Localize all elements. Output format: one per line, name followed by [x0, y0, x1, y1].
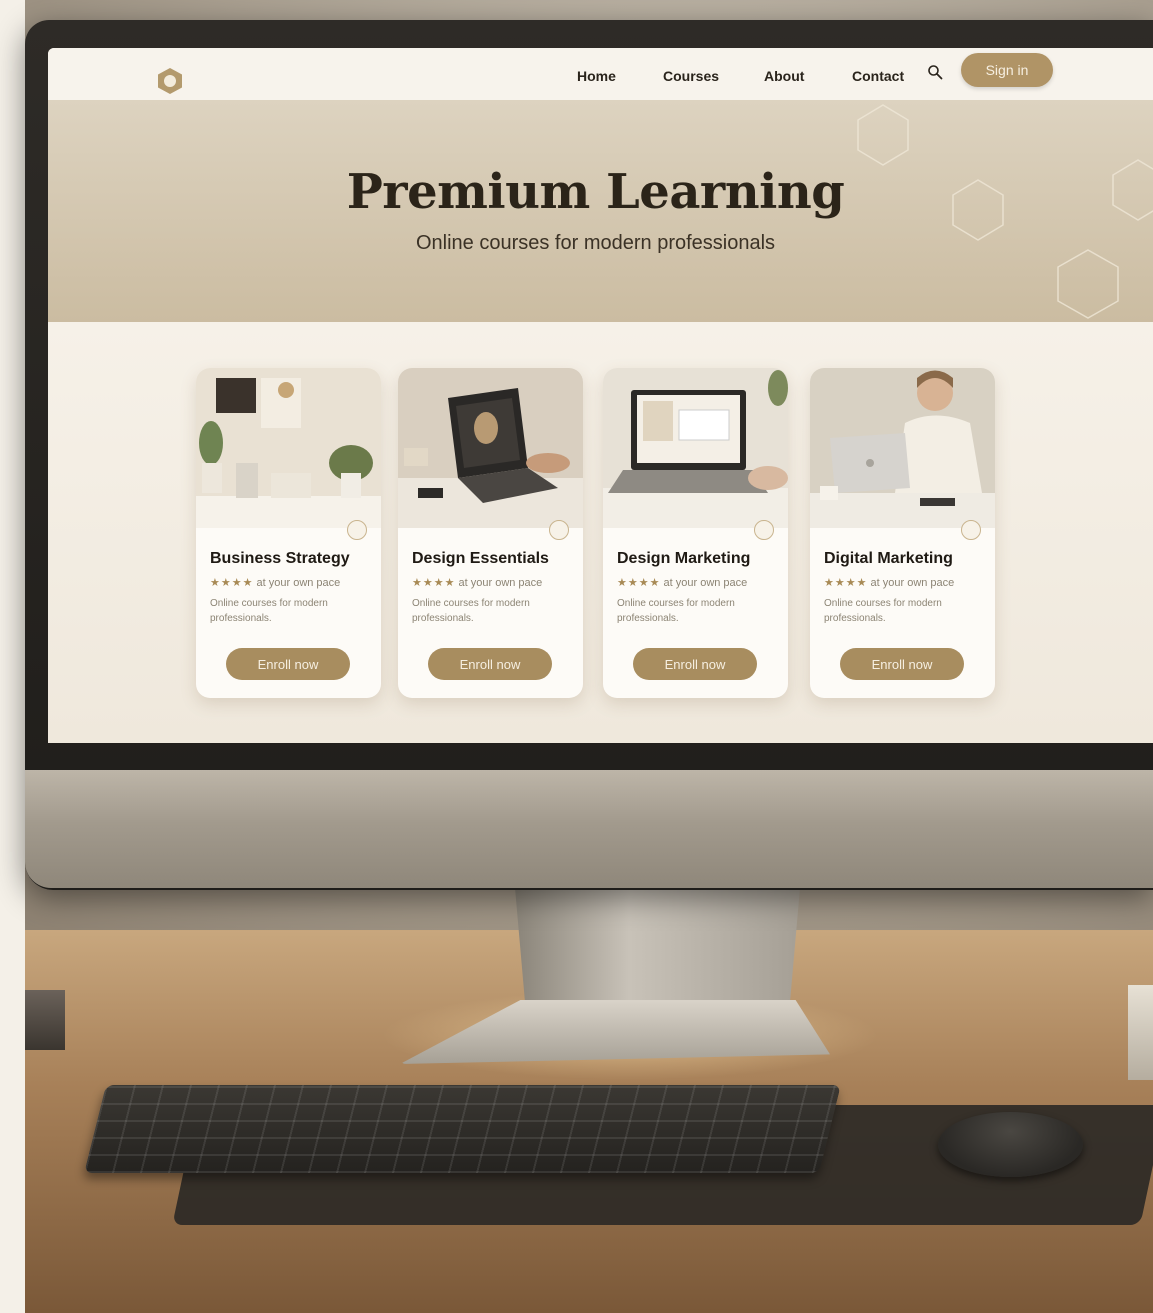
course-card-business-strategy[interactable]: Business Strategy ★★★★ at your own pace …	[196, 368, 381, 698]
search-icon[interactable]	[927, 64, 943, 80]
card-title: Design Essentials	[412, 550, 549, 567]
course-card-design-essentials[interactable]: Design Essentials ★★★★ at your own pace …	[398, 368, 583, 698]
card-description: Online courses for modern professionals.	[412, 598, 530, 624]
card-description: Online courses for modern professionals.	[617, 598, 735, 624]
card-badge-icon	[754, 520, 774, 540]
top-navbar: Home Courses About Contact Sign in	[48, 48, 1153, 100]
course-card-digital-marketing[interactable]: Digital Marketing ★★★★ at your own pace …	[810, 368, 995, 698]
books-right	[1128, 985, 1153, 1080]
woman-laptop-image	[810, 368, 995, 528]
keyboard	[84, 1085, 841, 1173]
card-title: Business Strategy	[210, 550, 350, 567]
mouse	[938, 1112, 1083, 1177]
card-rating: ★★★★ at your own pace	[617, 576, 747, 589]
star-rating-icon: ★★★★	[210, 577, 254, 589]
office-desk-plants-image	[196, 368, 381, 528]
star-rating-icon: ★★★★	[412, 577, 456, 589]
hero-subtitle: Online courses for modern professionals	[415, 232, 776, 254]
card-rating-text: at your own pace	[870, 577, 955, 589]
enroll-now-button[interactable]: Enroll now	[226, 648, 350, 680]
hero-banner: Premium Learning Online courses for mode…	[48, 100, 1153, 322]
enroll-now-button[interactable]: Enroll now	[840, 648, 964, 680]
website-screen: Home Courses About Contact Sign in Premi…	[48, 48, 1153, 743]
nav-link-home[interactable]: Home	[577, 68, 616, 84]
card-rating-text: at your own pace	[256, 577, 341, 589]
sign-in-button[interactable]: Sign in	[961, 53, 1053, 87]
nav-link-about[interactable]: About	[764, 68, 804, 84]
card-description: Online courses for modern professionals.	[210, 598, 328, 624]
card-rating: ★★★★ at your own pace	[824, 576, 954, 589]
enroll-now-button[interactable]: Enroll now	[428, 648, 552, 680]
star-rating-icon: ★★★★	[824, 577, 868, 589]
books-left	[25, 990, 65, 1050]
card-rating: ★★★★ at your own pace	[412, 576, 542, 589]
page-edge	[0, 0, 25, 1313]
laptop-typing-image	[398, 368, 583, 528]
course-card-design-marketing[interactable]: Design Marketing ★★★★ at your own pace O…	[603, 368, 788, 698]
card-badge-icon	[549, 520, 569, 540]
nav-link-courses[interactable]: Courses	[663, 68, 719, 84]
card-title: Digital Marketing	[824, 550, 953, 567]
card-title: Design Marketing	[617, 550, 751, 567]
nav-link-contact[interactable]: Contact	[852, 68, 904, 84]
monitor-stand-neck	[515, 888, 800, 1018]
hero-title: Premium Learning	[346, 164, 845, 220]
monitor-chin	[25, 770, 1153, 888]
card-rating-text: at your own pace	[663, 577, 748, 589]
card-badge-icon	[347, 520, 367, 540]
course-cards-section: Business Strategy ★★★★ at your own pace …	[48, 322, 1153, 743]
star-rating-icon: ★★★★	[617, 577, 661, 589]
card-badge-icon	[961, 520, 981, 540]
brand-logo-icon[interactable]	[158, 68, 182, 94]
card-rating-text: at your own pace	[458, 577, 543, 589]
card-description: Online courses for modern professionals.	[824, 598, 942, 624]
enroll-now-button[interactable]: Enroll now	[633, 648, 757, 680]
laptop-screen-image	[603, 368, 788, 528]
card-rating: ★★★★ at your own pace	[210, 576, 340, 589]
